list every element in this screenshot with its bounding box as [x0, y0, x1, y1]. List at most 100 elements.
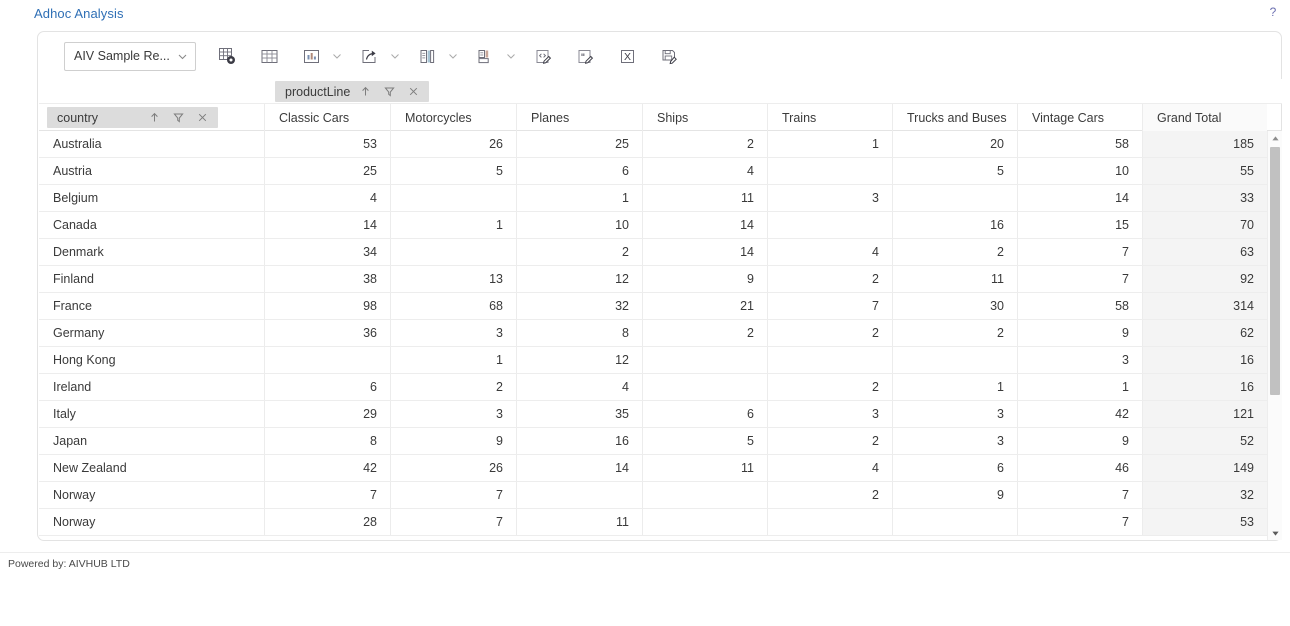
value-cell[interactable]: 5 — [892, 158, 1017, 184]
value-cell[interactable]: 14 — [642, 212, 767, 238]
value-cell[interactable]: 7 — [390, 509, 516, 535]
value-cell[interactable]: 1 — [390, 347, 516, 373]
row-header-cell[interactable]: Austria — [39, 158, 264, 184]
value-cell[interactable]: 4 — [264, 185, 390, 211]
value-cell[interactable]: 53 — [264, 131, 390, 157]
value-cell[interactable]: 9 — [642, 266, 767, 292]
row-header-cell[interactable]: Finland — [39, 266, 264, 292]
value-cell[interactable] — [642, 347, 767, 373]
value-cell[interactable]: 3 — [767, 185, 892, 211]
chart-view-caret[interactable] — [328, 41, 346, 71]
row-header-cell[interactable]: Denmark — [39, 239, 264, 265]
value-cell[interactable]: 13 — [390, 266, 516, 292]
value-cell[interactable] — [516, 482, 642, 508]
value-cell[interactable] — [390, 239, 516, 265]
table-row[interactable]: Austria 25 5 6 4 5 10 55 — [39, 158, 1282, 185]
value-cell[interactable]: 7 — [390, 482, 516, 508]
grand-total-cell[interactable]: 16 — [1142, 374, 1267, 400]
value-cell[interactable]: 6 — [264, 374, 390, 400]
column-header[interactable]: Ships — [642, 104, 767, 131]
value-cell[interactable]: 14 — [1017, 185, 1142, 211]
row-header-cell[interactable]: Canada — [39, 212, 264, 238]
value-cell[interactable]: 1 — [892, 374, 1017, 400]
value-cell[interactable]: 10 — [1017, 158, 1142, 184]
value-cell[interactable]: 12 — [516, 266, 642, 292]
export-share-button[interactable] — [354, 41, 384, 71]
configure-grid-button[interactable] — [212, 41, 242, 71]
column-header[interactable]: Planes — [516, 104, 642, 131]
save-report-button[interactable] — [654, 41, 684, 71]
value-cell[interactable]: 3 — [892, 428, 1017, 454]
value-cell[interactable]: 16 — [516, 428, 642, 454]
value-cell[interactable]: 2 — [767, 266, 892, 292]
table-row[interactable]: Germany 36 3 8 2 2 2 9 62 — [39, 320, 1282, 347]
value-cell[interactable] — [390, 185, 516, 211]
value-cell[interactable]: 7 — [1017, 509, 1142, 535]
value-cell[interactable]: 2 — [642, 131, 767, 157]
grand-total-cell[interactable]: 32 — [1142, 482, 1267, 508]
table-row[interactable]: Canada 14 1 10 14 16 15 70 — [39, 212, 1282, 239]
table-row[interactable]: Finland 38 13 12 9 2 11 7 92 — [39, 266, 1282, 293]
value-cell[interactable]: 2 — [892, 239, 1017, 265]
column-header[interactable]: Trucks and Buses — [892, 104, 1017, 131]
value-cell[interactable]: 29 — [264, 401, 390, 427]
value-cell[interactable]: 14 — [516, 455, 642, 481]
table-row[interactable]: Belgium 4 1 11 3 14 33 — [39, 185, 1282, 212]
value-cell[interactable] — [642, 374, 767, 400]
scroll-up-arrow-icon[interactable] — [1268, 131, 1282, 145]
value-cell[interactable]: 2 — [642, 320, 767, 346]
value-cell[interactable]: 3 — [1017, 347, 1142, 373]
value-cell[interactable] — [642, 509, 767, 535]
value-cell[interactable]: 2 — [767, 320, 892, 346]
value-cell[interactable]: 4 — [767, 239, 892, 265]
edit-text-button[interactable] — [570, 41, 600, 71]
row-header-cell[interactable]: Australia — [39, 131, 264, 157]
column-header[interactable]: Trains — [767, 104, 892, 131]
scrollbar-thumb[interactable] — [1270, 147, 1280, 395]
value-cell[interactable]: 6 — [892, 455, 1017, 481]
value-cell[interactable]: 9 — [1017, 428, 1142, 454]
table-row[interactable]: Italy 29 3 35 6 3 3 42 121 — [39, 401, 1282, 428]
value-cell[interactable]: 3 — [390, 401, 516, 427]
table-view-button[interactable] — [254, 41, 284, 71]
value-cell[interactable]: 2 — [892, 320, 1017, 346]
row-header-cell[interactable]: Belgium — [39, 185, 264, 211]
value-cell[interactable]: 46 — [1017, 455, 1142, 481]
value-cell[interactable] — [264, 347, 390, 373]
table-row[interactable]: Ireland 6 2 4 2 1 1 16 — [39, 374, 1282, 401]
row-header-cell[interactable]: Hong Kong — [39, 347, 264, 373]
value-cell[interactable]: 1 — [767, 131, 892, 157]
grand-total-cell[interactable]: 52 — [1142, 428, 1267, 454]
edit-code-button[interactable] — [528, 41, 558, 71]
value-cell[interactable] — [767, 509, 892, 535]
value-cell[interactable]: 5 — [390, 158, 516, 184]
value-cell[interactable]: 58 — [1017, 131, 1142, 157]
value-cell[interactable]: 4 — [767, 455, 892, 481]
grand-total-cell[interactable]: 16 — [1142, 347, 1267, 373]
value-cell[interactable]: 1 — [1017, 374, 1142, 400]
row-header-cell[interactable]: France — [39, 293, 264, 319]
value-cell[interactable] — [767, 158, 892, 184]
value-cell[interactable] — [767, 212, 892, 238]
grand-total-cell[interactable]: 62 — [1142, 320, 1267, 346]
column-header[interactable]: Vintage Cars — [1017, 104, 1142, 131]
grand-total-cell[interactable]: 149 — [1142, 455, 1267, 481]
vertical-scrollbar[interactable] — [1267, 131, 1282, 540]
grand-total-cell[interactable]: 33 — [1142, 185, 1267, 211]
layout-top-caret[interactable] — [502, 41, 520, 71]
value-cell[interactable]: 3 — [767, 401, 892, 427]
row-header-cell[interactable]: Norway — [39, 482, 264, 508]
value-cell[interactable] — [767, 347, 892, 373]
sort-asc-arrow-icon[interactable] — [357, 83, 374, 100]
table-row[interactable]: Norway 7 7 2 9 7 32 — [39, 482, 1282, 509]
close-x-icon[interactable] — [405, 83, 422, 100]
value-cell[interactable]: 21 — [642, 293, 767, 319]
value-cell[interactable]: 58 — [1017, 293, 1142, 319]
close-x-icon[interactable] — [194, 109, 211, 126]
value-cell[interactable]: 6 — [516, 158, 642, 184]
value-cell[interactable]: 34 — [264, 239, 390, 265]
value-cell[interactable]: 7 — [767, 293, 892, 319]
value-cell[interactable]: 11 — [516, 509, 642, 535]
value-cell[interactable]: 28 — [264, 509, 390, 535]
column-header[interactable]: Motorcycles — [390, 104, 516, 131]
